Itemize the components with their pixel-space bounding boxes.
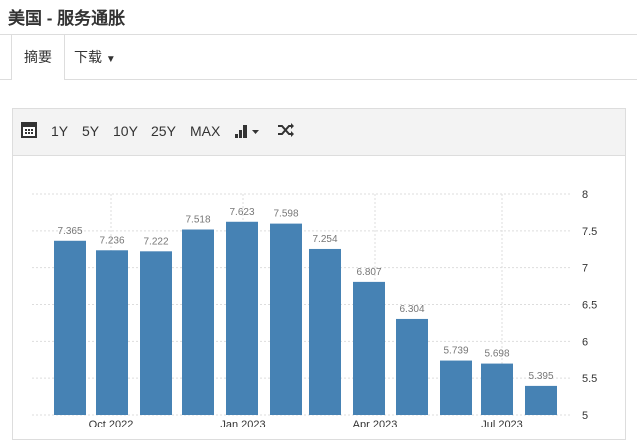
data-label: 5.739: [443, 346, 468, 357]
x-tick-label: Oct 2022: [89, 419, 134, 427]
y-tick-label: 5.5: [582, 373, 597, 385]
data-label: 5.395: [528, 371, 553, 382]
data-label: 6.304: [399, 304, 424, 315]
bar-dec-2022: [226, 221, 258, 415]
bar-sep-2022: [96, 250, 128, 415]
data-label: 6.807: [356, 267, 381, 278]
data-label: 5.698: [484, 349, 509, 360]
y-tick-label: 7: [582, 263, 588, 275]
bar-jul-2023: [525, 385, 557, 415]
data-label: 7.254: [312, 234, 337, 245]
bar-chart: 5 5.5 6 6.5 7 7.5 8 Oct 2022 Jan 2023 Apr 2023 Jul…: [32, 189, 597, 427]
data-label: 7.623: [229, 207, 254, 218]
bar-may-2023: [440, 360, 472, 415]
data-label: 7.598: [273, 209, 298, 220]
bar-nov-2022: [182, 229, 214, 415]
data-label: 7.518: [185, 215, 210, 226]
y-tick-label: 6: [582, 336, 588, 348]
bar-mar-2023: [353, 281, 385, 415]
bar-apr-2023: [396, 318, 428, 415]
data-label: 7.365: [57, 226, 82, 237]
y-tick-label: 7.5: [582, 226, 597, 238]
y-tick-label: 6.5: [582, 300, 597, 312]
x-tick-label: Jul 2023: [481, 419, 523, 427]
bar-oct-2022: [140, 251, 172, 415]
bar-jan-2023: [270, 223, 302, 415]
bar-feb-2023: [309, 248, 341, 415]
x-tick-label: Jan 2023: [220, 419, 265, 427]
y-tick-label: 8: [582, 189, 588, 201]
x-tick-label: Apr 2023: [353, 419, 398, 427]
bar-aug-2022: [54, 240, 86, 415]
data-label: 7.236: [99, 235, 124, 246]
data-label: 7.222: [143, 236, 168, 247]
y-tick-label: 5: [582, 410, 588, 422]
bar-jun-2023: [481, 363, 513, 415]
